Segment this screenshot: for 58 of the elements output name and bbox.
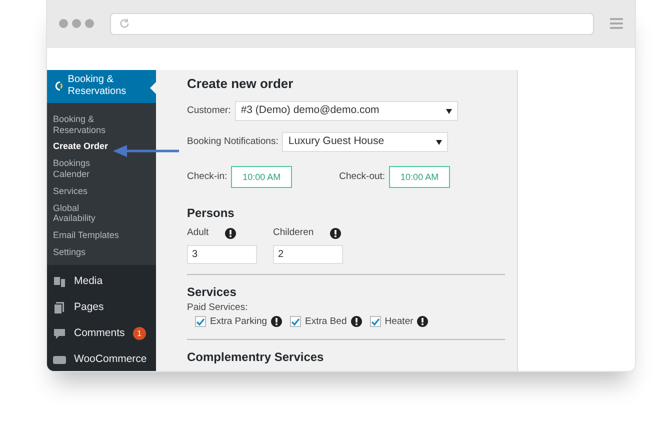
plugin-logo-icon <box>53 79 64 94</box>
sidebar-menu-item[interactable]: Pages <box>47 294 156 321</box>
checkbox[interactable] <box>370 316 381 328</box>
submenu-item[interactable]: Services <box>47 182 94 200</box>
store-icon <box>53 353 66 366</box>
submenu-item[interactable]: Global Availability <box>47 200 127 228</box>
select-value: Luxury Guest House <box>288 134 384 150</box>
submenu-item[interactable]: Settings <box>47 244 92 261</box>
number-field[interactable]: 2 <box>273 244 343 264</box>
sidebar-label: Comments <box>74 326 125 341</box>
info-icon <box>350 316 362 328</box>
sidebar-label: Pages <box>74 300 104 315</box>
info-icon <box>417 316 428 328</box>
select-field[interactable]: #3 (Demo) demo@demo.com <box>234 101 458 122</box>
checkbox-label: Extra Parking <box>210 314 268 329</box>
sidebar-menu-item[interactable]: Media <box>47 268 156 295</box>
field-label: Childeren <box>273 226 314 240</box>
info-icon <box>271 316 282 328</box>
checkbox[interactable] <box>290 316 302 328</box>
section-heading: Complementry Services <box>187 349 325 366</box>
menu-icon[interactable] <box>610 18 623 30</box>
sidebar-label: Booking & Reservations <box>68 74 128 98</box>
caret-icon <box>446 108 452 114</box>
field-label: Check-out: <box>339 170 386 184</box>
submenu-item[interactable]: Bookings Calender <box>47 155 127 183</box>
section-heading: Services <box>187 284 238 301</box>
caret-icon <box>436 140 442 145</box>
info-icon <box>330 228 341 239</box>
field-label: Booking Notifications: <box>187 135 278 150</box>
select-value: #3 (Demo) demo@demo.com <box>240 103 380 118</box>
field-label: Paid Services: <box>187 300 249 315</box>
submenu-item[interactable]: Create Order <box>47 138 114 156</box>
sidebar-menu-item[interactable]: WooCommerce <box>47 346 156 371</box>
reload-icon[interactable] <box>119 18 130 30</box>
sidebar-label: Media <box>74 274 103 289</box>
section-heading: Persons <box>187 205 236 222</box>
number-field[interactable]: 3 <box>187 244 257 264</box>
comment-icon <box>53 327 66 340</box>
field-label: Check-in: <box>187 170 228 184</box>
checkbox-label: Heater <box>384 314 414 329</box>
submenu-item[interactable]: Booking & Reservations <box>47 110 127 138</box>
address-bar[interactable] <box>110 12 594 35</box>
info-icon <box>224 228 236 239</box>
pages-icon <box>53 301 66 314</box>
submenu-item[interactable]: Email Templates <box>47 227 125 244</box>
count-badge: 1 <box>132 327 146 340</box>
sidebar-menu-item[interactable]: Comments 1 <box>47 320 156 347</box>
form-title: Create new order <box>187 74 294 93</box>
window-controls-icon[interactable] <box>59 19 94 28</box>
sidebar-menu-item[interactable]: Booking & Reservations <box>47 70 156 103</box>
field-label: Adult <box>187 226 209 240</box>
checkbox-label: Extra Bed <box>305 314 347 329</box>
media-icon <box>53 275 66 288</box>
select-field[interactable]: Luxury Guest House <box>282 132 448 152</box>
field-label: Customer: <box>187 104 231 118</box>
checkbox[interactable] <box>195 316 206 328</box>
sidebar-label: WooCommerce <box>74 352 147 367</box>
pointer-arrow <box>113 144 179 158</box>
